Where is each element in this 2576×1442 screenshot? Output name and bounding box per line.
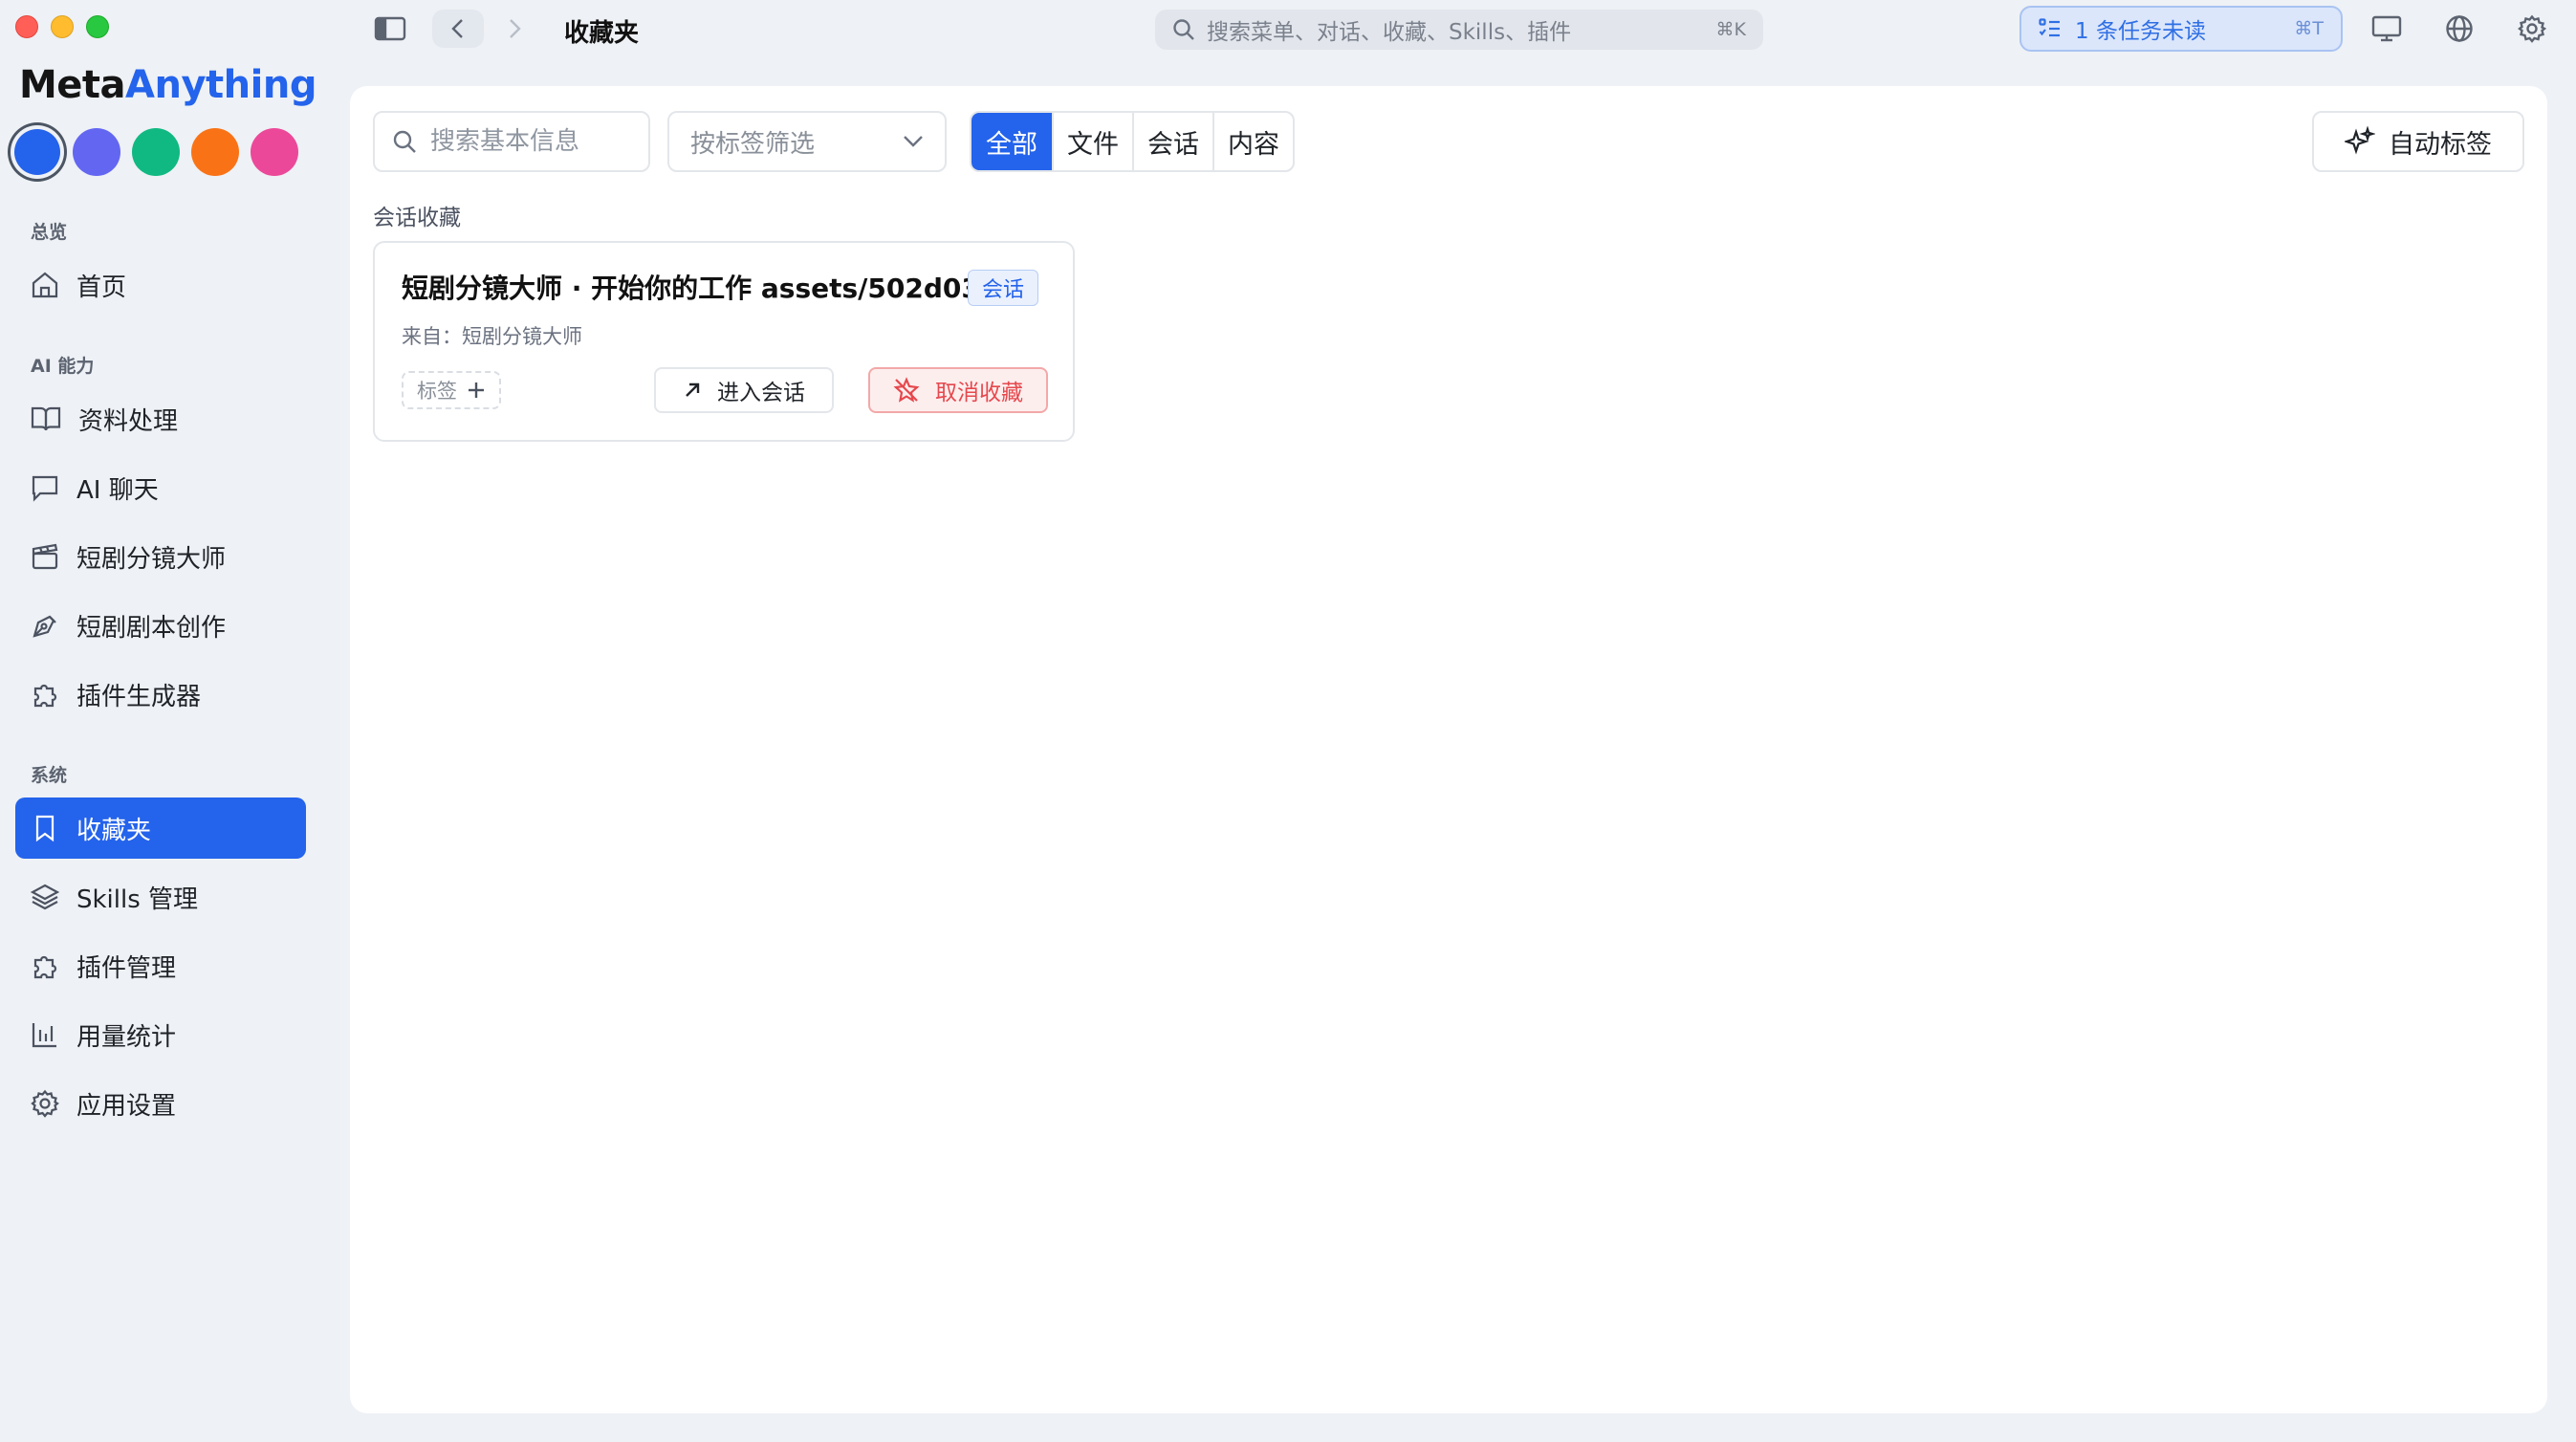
- section-label-overview: 总览: [31, 222, 68, 243]
- tab-files[interactable]: 文件: [1052, 113, 1132, 170]
- close-window-button[interactable]: [15, 15, 38, 38]
- search-input[interactable]: [430, 127, 631, 156]
- toggle-sidebar-button[interactable]: [371, 10, 409, 48]
- sidebar-item-label: 插件生成器: [76, 682, 202, 711]
- pen-tool-icon: [33, 615, 56, 638]
- sidebar-icon: [374, 16, 406, 41]
- unfavorite-label: 取消收藏: [935, 381, 1023, 405]
- add-tag-button[interactable]: 标签: [402, 371, 501, 409]
- enter-session-button[interactable]: 进入会话: [654, 367, 834, 413]
- book-open-icon: [31, 406, 61, 431]
- tab-content[interactable]: 内容: [1212, 113, 1293, 170]
- home-icon: [32, 272, 58, 298]
- favorites-search[interactable]: [373, 111, 650, 172]
- sidebar-item-label: Skills 管理: [76, 885, 199, 914]
- sidebar-item-plugin-generator[interactable]: 插件生成器: [15, 664, 306, 725]
- main-panel: 按标签筛选 全部 文件 会话 内容 自动标签 会话收藏 短剧分镜大师 · 开始你…: [350, 86, 2547, 1413]
- sidebar-item-label: 插件管理: [76, 953, 177, 983]
- maximize-window-button[interactable]: [86, 15, 109, 38]
- sidebar-item-favorites[interactable]: 收藏夹: [15, 797, 306, 859]
- sidebar-item-label: AI 聊天: [76, 475, 159, 505]
- plus-icon: [469, 382, 484, 398]
- task-list-icon: [2039, 18, 2060, 37]
- auto-tag-label: 自动标签: [2389, 129, 2492, 160]
- forward-button[interactable]: [495, 10, 534, 48]
- title-bar: 收藏夹 搜索菜单、对话、收藏、Skills、插件 ⌘K 1 条任务未读 ⌘T: [0, 0, 2576, 57]
- puzzle-icon: [33, 684, 57, 708]
- global-search[interactable]: 搜索菜单、对话、收藏、Skills、插件 ⌘K: [1155, 10, 1763, 50]
- auto-tag-button[interactable]: 自动标签: [2312, 111, 2524, 172]
- shortcut-hint: ⌘K: [1715, 19, 1746, 40]
- sidebar-item-script-writing[interactable]: 短剧剧本创作: [15, 595, 306, 656]
- tag-filter-placeholder: 按标签筛选: [690, 129, 816, 159]
- favorite-source: 来自：短剧分镜大师: [402, 325, 582, 348]
- type-filter-tabs: 全部 文件 会话 内容: [970, 111, 1295, 172]
- section-label-system: 系统: [31, 765, 68, 786]
- star-off-icon: [893, 377, 920, 403]
- page-title: 收藏夹: [564, 19, 640, 48]
- globe-icon: [2446, 15, 2473, 42]
- sidebar-item-skills[interactable]: Skills 管理: [15, 866, 306, 928]
- arrow-up-right-icon: [686, 382, 700, 397]
- sidebar-item-label: 用量统计: [76, 1022, 177, 1052]
- chat-bubble-icon: [32, 475, 58, 502]
- sidebar-item-home[interactable]: 首页: [15, 254, 306, 316]
- tab-all[interactable]: 全部: [971, 113, 1052, 170]
- sidebar-item-storyboard-master[interactable]: 短剧分镜大师: [15, 526, 306, 587]
- unread-tasks-label: 1 条任务未读: [2075, 19, 2206, 44]
- sidebar-item-label: 资料处理: [78, 406, 179, 436]
- bar-chart-icon: [32, 1023, 56, 1048]
- gear-icon: [2518, 14, 2546, 43]
- sidebar-item-label: 首页: [76, 273, 127, 302]
- theme-swatch-pink[interactable]: [251, 128, 298, 176]
- global-search-placeholder: 搜索菜单、对话、收藏、Skills、插件: [1207, 20, 1572, 45]
- sidebar-item-label: 短剧分镜大师: [76, 544, 227, 574]
- sidebar: MetaAnything 总览 首页 AI 能力 资料处理 AI 聊天 短剧分镜…: [0, 57, 317, 1442]
- monitor-icon: [2371, 15, 2402, 42]
- chevron-down-icon: [904, 136, 923, 147]
- settings-button[interactable]: [2513, 10, 2551, 48]
- tag-filter-select[interactable]: 按标签筛选: [667, 111, 947, 172]
- clapperboard-icon: [32, 543, 58, 570]
- unread-tasks-button[interactable]: 1 条任务未读 ⌘T: [2019, 6, 2343, 52]
- gear-icon: [31, 1089, 59, 1118]
- sidebar-item-label: 应用设置: [76, 1091, 177, 1121]
- favorite-title: 短剧分镜大师 · 开始你的工作 assets/502d03: [402, 273, 980, 304]
- section-label-ai: AI 能力: [31, 356, 95, 377]
- sidebar-item-ai-chat[interactable]: AI 聊天: [15, 457, 306, 518]
- sidebar-item-plugin-management[interactable]: 插件管理: [15, 935, 306, 996]
- minimize-window-button[interactable]: [51, 15, 74, 38]
- language-button[interactable]: [2440, 10, 2478, 48]
- theme-swatch-green[interactable]: [132, 128, 180, 176]
- tab-sessions[interactable]: 会话: [1132, 113, 1212, 170]
- unfavorite-button[interactable]: 取消收藏: [868, 367, 1048, 413]
- display-button[interactable]: [2368, 10, 2406, 48]
- sidebar-item-label: 收藏夹: [76, 816, 152, 845]
- sidebar-item-label: 短剧剧本创作: [76, 613, 227, 643]
- puzzle-icon: [33, 955, 57, 979]
- theme-swatch-blue[interactable]: [14, 129, 60, 175]
- enter-session-label: 进入会话: [717, 381, 805, 405]
- bookmark-icon: [35, 815, 55, 842]
- favorite-card: 短剧分镜大师 · 开始你的工作 assets/502d03 会话 来自：短剧分镜…: [373, 241, 1075, 442]
- tag-label: 标签: [417, 380, 457, 403]
- theme-swatch-orange[interactable]: [191, 128, 239, 176]
- back-button[interactable]: [432, 10, 484, 48]
- shortcut-hint: ⌘T: [2294, 18, 2324, 39]
- sparkles-icon: [2345, 126, 2375, 155]
- sidebar-item-usage-stats[interactable]: 用量统计: [15, 1004, 306, 1065]
- section-heading: 会话收藏: [373, 206, 461, 230]
- window-controls: [15, 15, 109, 38]
- search-icon: [393, 130, 416, 153]
- theme-swatch-indigo[interactable]: [73, 128, 120, 176]
- search-icon: [1173, 19, 1194, 40]
- chevron-right-icon: [510, 19, 521, 38]
- sidebar-item-data-processing[interactable]: 资料处理: [15, 388, 306, 449]
- type-badge: 会话: [968, 270, 1039, 306]
- app-logo: MetaAnything: [19, 63, 317, 107]
- layers-icon: [31, 884, 59, 910]
- sidebar-item-app-settings[interactable]: 应用设置: [15, 1073, 306, 1134]
- theme-color-picker: [13, 128, 298, 176]
- chevron-left-icon: [451, 19, 463, 38]
